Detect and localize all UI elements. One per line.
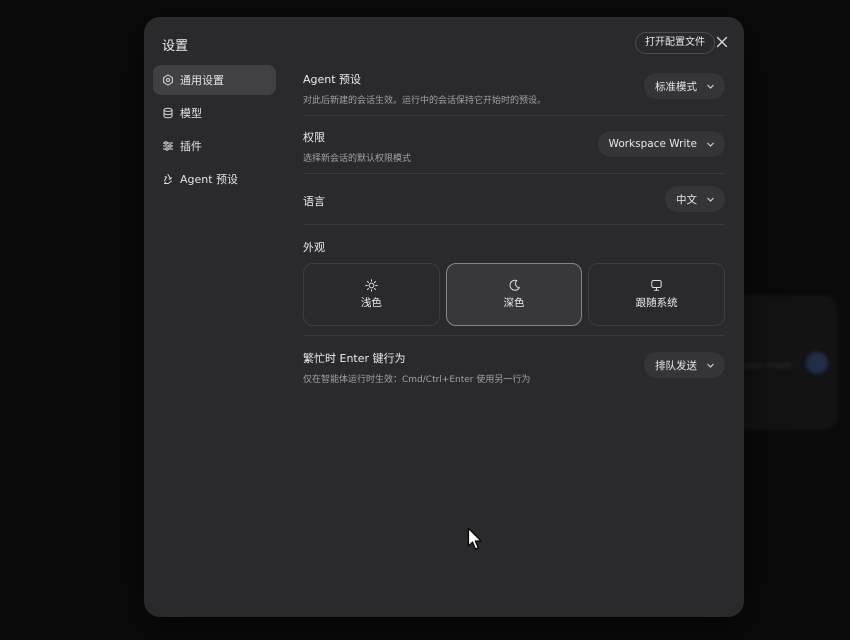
permission-value: Workspace Write (608, 138, 697, 150)
background-faint-text: plan-mode (744, 361, 793, 371)
sidebar-item-plugins[interactable]: 插件 (153, 131, 276, 161)
theme-option-dark[interactable]: 深色 (445, 263, 583, 326)
agent-preset-value: 标准模式 (655, 80, 697, 93)
sliders-icon (162, 140, 174, 152)
settings-hex-icon (162, 74, 174, 86)
settings-dialog: 设置 打开配置文件 通用设置 模型 插件 Agent 预设 Agent 预设 对… (144, 17, 744, 617)
recycle-icon (162, 173, 174, 185)
theme-options: 浅色 深色 跟随系统 (303, 263, 726, 326)
moon-icon (508, 279, 521, 292)
settings-content: Agent 预设 对此后新建的会话生效。运行中的会话保持它开始时的预设。 标准模… (303, 65, 726, 394)
theme-option-light[interactable]: 浅色 (303, 263, 440, 326)
appearance-title: 外观 (303, 241, 325, 254)
language-title: 语言 (303, 195, 325, 208)
sidebar-item-models[interactable]: 模型 (153, 98, 276, 128)
settings-sidebar: 通用设置 模型 插件 Agent 预设 (153, 65, 276, 197)
permission-row: 权限 选择新会话的默认权限模式 Workspace Write (303, 116, 725, 174)
agent-preset-dropdown[interactable]: 标准模式 (644, 73, 725, 99)
sidebar-item-label: 模型 (180, 107, 202, 120)
background-send-button (806, 352, 828, 374)
sidebar-item-general[interactable]: 通用设置 (153, 65, 276, 95)
sidebar-item-agent-preset[interactable]: Agent 预设 (153, 164, 276, 194)
database-icon (162, 107, 174, 119)
language-dropdown[interactable]: 中文 (665, 186, 725, 212)
dialog-title: 设置 (162, 39, 189, 54)
language-row: 语言 中文 (303, 174, 725, 225)
monitor-icon (650, 279, 663, 292)
language-value: 中文 (676, 193, 697, 206)
permission-dropdown[interactable]: Workspace Write (597, 131, 725, 157)
agent-preset-row: Agent 预设 对此后新建的会话生效。运行中的会话保持它开始时的预设。 标准模… (303, 65, 725, 116)
theme-option-system[interactable]: 跟随系统 (588, 263, 726, 326)
sidebar-item-label: Agent 预设 (180, 173, 239, 186)
theme-label: 跟随系统 (635, 297, 678, 309)
busy-enter-dropdown[interactable]: 排队发送 (644, 352, 725, 378)
theme-label: 浅色 (360, 297, 382, 309)
mouse-cursor-icon (467, 527, 483, 551)
sidebar-item-label: 插件 (180, 140, 202, 153)
close-icon[interactable] (714, 34, 730, 50)
sun-icon (365, 279, 378, 292)
appearance-row: 外观 浅色 深色 跟随系统 (303, 225, 726, 336)
theme-label: 深色 (503, 297, 525, 309)
open-config-button[interactable]: 打开配置文件 (635, 32, 715, 54)
chevron-down-icon (707, 142, 714, 147)
chevron-down-icon (707, 363, 714, 368)
busy-enter-row: 繁忙时 Enter 键行为 仅在智能体运行时生效：Cmd/Ctrl+Enter … (303, 336, 725, 394)
chevron-down-icon (707, 84, 714, 89)
sidebar-item-label: 通用设置 (180, 74, 224, 87)
chevron-down-icon (707, 197, 714, 202)
busy-enter-value: 排队发送 (655, 359, 697, 372)
